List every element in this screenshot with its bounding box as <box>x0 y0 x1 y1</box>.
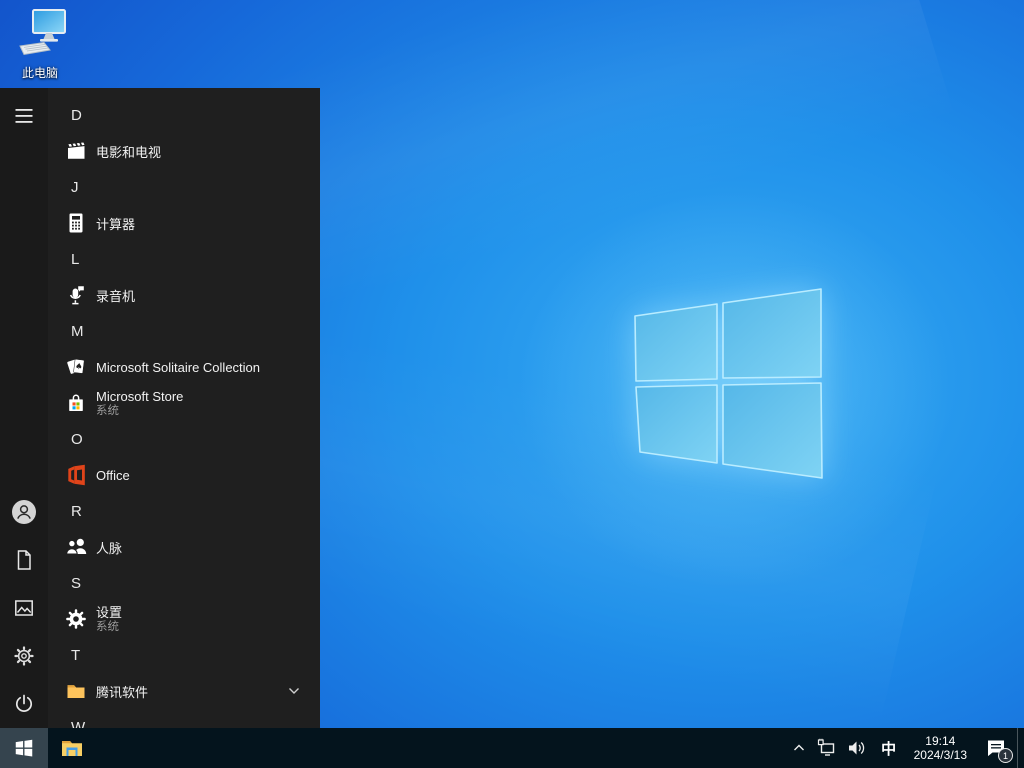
app-subtitle: 系统 <box>96 620 119 633</box>
people-icon <box>64 535 88 559</box>
app-folder-tencent[interactable]: 腾讯软件 <box>0 673 320 709</box>
windows-logo-wallpaper <box>634 288 823 479</box>
svg-text:♠: ♠ <box>74 362 83 373</box>
network-button[interactable] <box>812 728 842 768</box>
notification-badge: 1 <box>998 748 1013 763</box>
chevron-up-icon <box>793 744 804 751</box>
pictures-icon <box>15 600 33 616</box>
volume-button[interactable] <box>842 728 872 768</box>
gear-icon <box>14 646 34 666</box>
speaker-icon <box>848 741 864 755</box>
documents-button[interactable] <box>0 536 48 584</box>
section-letter-l[interactable]: L <box>0 241 320 277</box>
app-title: 设置 <box>96 604 123 620</box>
action-center-button[interactable]: 1 <box>975 728 1017 768</box>
store-icon <box>64 391 88 415</box>
app-item-movies-tv[interactable]: 电影和电视 <box>0 133 320 169</box>
section-letter-w[interactable]: W <box>0 709 320 729</box>
section-letter-j[interactable]: J <box>0 169 320 205</box>
taskbar: 中 19:14 2024/3/13 1 <box>0 728 1024 768</box>
start-menu-rail <box>0 88 48 728</box>
file-explorer-icon <box>62 741 82 756</box>
show-desktop-button[interactable] <box>1017 728 1024 768</box>
file-explorer-button[interactable] <box>48 728 96 768</box>
section-letter-m[interactable]: M <box>0 313 320 349</box>
hamburger-icon <box>15 109 33 123</box>
clock-time: 19:14 <box>925 734 956 748</box>
taskbar-clock[interactable]: 19:14 2024/3/13 <box>906 728 975 768</box>
start-menu: D 电影和电视 J 计算器 L 录音机 M ♠ Microsoft Solita… <box>0 88 320 728</box>
section-letter-o[interactable]: O <box>0 421 320 457</box>
start-menu-app-list: D 电影和电视 J 计算器 L 录音机 M ♠ Microsoft Solita… <box>0 88 320 728</box>
desktop-icon-this-pc[interactable]: 此电脑 <box>8 8 72 81</box>
show-hidden-icons-button[interactable] <box>786 728 812 768</box>
section-letter-r[interactable]: R <box>0 493 320 529</box>
power-button[interactable] <box>0 680 48 728</box>
desktop-icon-label: 此电脑 <box>21 66 58 80</box>
ethernet-network-icon <box>817 738 834 756</box>
user-avatar-icon <box>12 500 36 524</box>
app-item-voice-recorder[interactable]: 录音机 <box>0 277 320 313</box>
voice-recorder-icon <box>64 283 88 307</box>
app-title: Microsoft Store <box>96 388 184 404</box>
app-item-calculator[interactable]: 计算器 <box>0 205 320 241</box>
hamburger-menu-button[interactable] <box>0 92 48 140</box>
start-button[interactable] <box>0 728 48 768</box>
settings-icon <box>64 607 88 631</box>
clock-date: 2024/3/13 <box>913 748 967 762</box>
user-account-button[interactable] <box>0 488 48 536</box>
app-subtitle: 系统 <box>96 404 119 417</box>
desktop: 此电脑 D 电影和电视 J 计算器 L 录音机 M ♠ Microsoft So… <box>0 0 1024 768</box>
app-item-settings[interactable]: 设置 系统 <box>0 601 320 637</box>
settings-button[interactable] <box>0 632 48 680</box>
chevron-down-icon <box>288 682 300 700</box>
windows-start-icon <box>15 739 33 757</box>
app-item-solitaire[interactable]: ♠ Microsoft Solitaire Collection <box>0 349 320 385</box>
office-icon <box>64 463 88 487</box>
this-pc-icon <box>19 9 66 56</box>
pictures-button[interactable] <box>0 584 48 632</box>
solitaire-icon: ♠ <box>64 355 88 379</box>
folder-icon <box>64 679 88 703</box>
movies-tv-icon <box>64 139 88 163</box>
section-letter-t[interactable]: T <box>0 637 320 673</box>
input-method-indicator[interactable]: 中 <box>872 728 906 768</box>
section-letter-d[interactable]: D <box>0 97 320 133</box>
app-item-microsoft-store[interactable]: Microsoft Store 系统 <box>0 385 320 421</box>
app-item-people[interactable]: 人脉 <box>0 529 320 565</box>
system-tray: 中 19:14 2024/3/13 1 <box>786 728 1024 768</box>
power-icon <box>15 694 33 712</box>
calculator-icon <box>64 211 88 235</box>
document-icon <box>17 550 31 570</box>
app-item-office[interactable]: Office <box>0 457 320 493</box>
section-letter-s[interactable]: S <box>0 565 320 601</box>
